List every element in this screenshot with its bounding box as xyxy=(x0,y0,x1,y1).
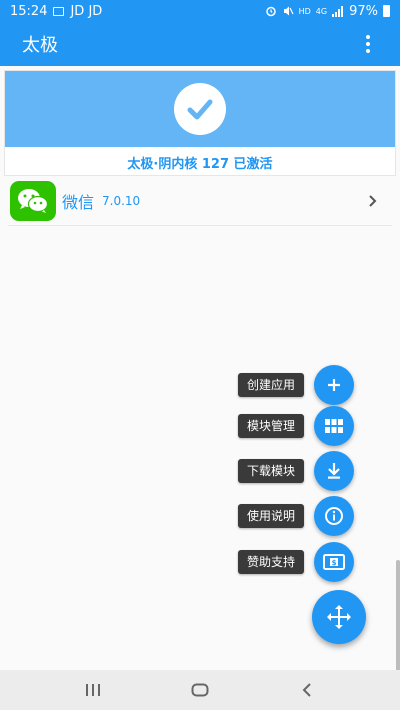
system-nav-bar xyxy=(0,670,400,710)
carrier-label: JD JD xyxy=(70,3,103,19)
move-arrows-icon[interactable] xyxy=(312,590,366,644)
main-content: 太极·阴内核 127 已激活 微信 7.0.10 创建应用 模块管理 下载模块 … xyxy=(0,66,400,690)
module-list-item[interactable]: 微信 7.0.10 xyxy=(8,176,392,226)
fab-label[interactable]: 创建应用 xyxy=(238,373,305,397)
donate-icon[interactable]: $ xyxy=(314,542,355,582)
svg-text:$: $ xyxy=(332,559,337,567)
module-name: 微信 xyxy=(62,192,95,212)
fab-donate[interactable]: 赞助支持 $ xyxy=(238,542,355,582)
gallery-notification-icon xyxy=(53,6,65,16)
info-icon[interactable] xyxy=(314,496,355,536)
fab-usage-guide[interactable]: 使用说明 xyxy=(238,496,355,536)
chevron-right-icon xyxy=(369,194,377,207)
plus-icon[interactable] xyxy=(314,365,355,405)
app-title: 太极 xyxy=(22,35,58,56)
back-icon[interactable] xyxy=(287,675,327,705)
activation-status-card[interactable]: 太极·阴内核 127 已激活 xyxy=(4,70,396,176)
battery-icon xyxy=(383,5,390,17)
status-time: 15:24 xyxy=(10,3,48,19)
grid-icon[interactable] xyxy=(314,406,355,446)
home-icon[interactable] xyxy=(180,675,220,705)
module-version: 7.0.10 xyxy=(102,193,141,208)
fab-download-module[interactable]: 下载模块 xyxy=(238,451,355,491)
signal-icon xyxy=(332,5,344,17)
download-icon[interactable] xyxy=(314,451,355,491)
network-type: 4G xyxy=(315,6,328,16)
alarm-icon xyxy=(265,6,276,17)
activation-status-text: 太极·阴内核 127 已激活 xyxy=(127,156,273,172)
mute-icon xyxy=(283,6,294,16)
fab-label[interactable]: 下载模块 xyxy=(238,459,305,483)
status-banner xyxy=(5,71,395,147)
status-bar: 15:24 JD JD HD 4G 97% xyxy=(0,0,400,22)
fab-label[interactable]: 赞助支持 xyxy=(238,550,305,574)
check-icon xyxy=(174,83,226,135)
fab-label[interactable]: 模块管理 xyxy=(238,414,305,438)
wechat-icon xyxy=(10,180,56,221)
fab-create-app[interactable]: 创建应用 xyxy=(238,365,355,405)
battery-percent: 97% xyxy=(349,3,378,19)
fab-module-manage[interactable]: 模块管理 xyxy=(238,406,355,446)
hd-indicator: HD xyxy=(298,6,311,16)
more-vert-icon[interactable] xyxy=(358,32,378,56)
app-bar: 太极 xyxy=(0,22,400,66)
recents-icon[interactable] xyxy=(73,675,113,705)
fab-label[interactable]: 使用说明 xyxy=(238,504,305,528)
